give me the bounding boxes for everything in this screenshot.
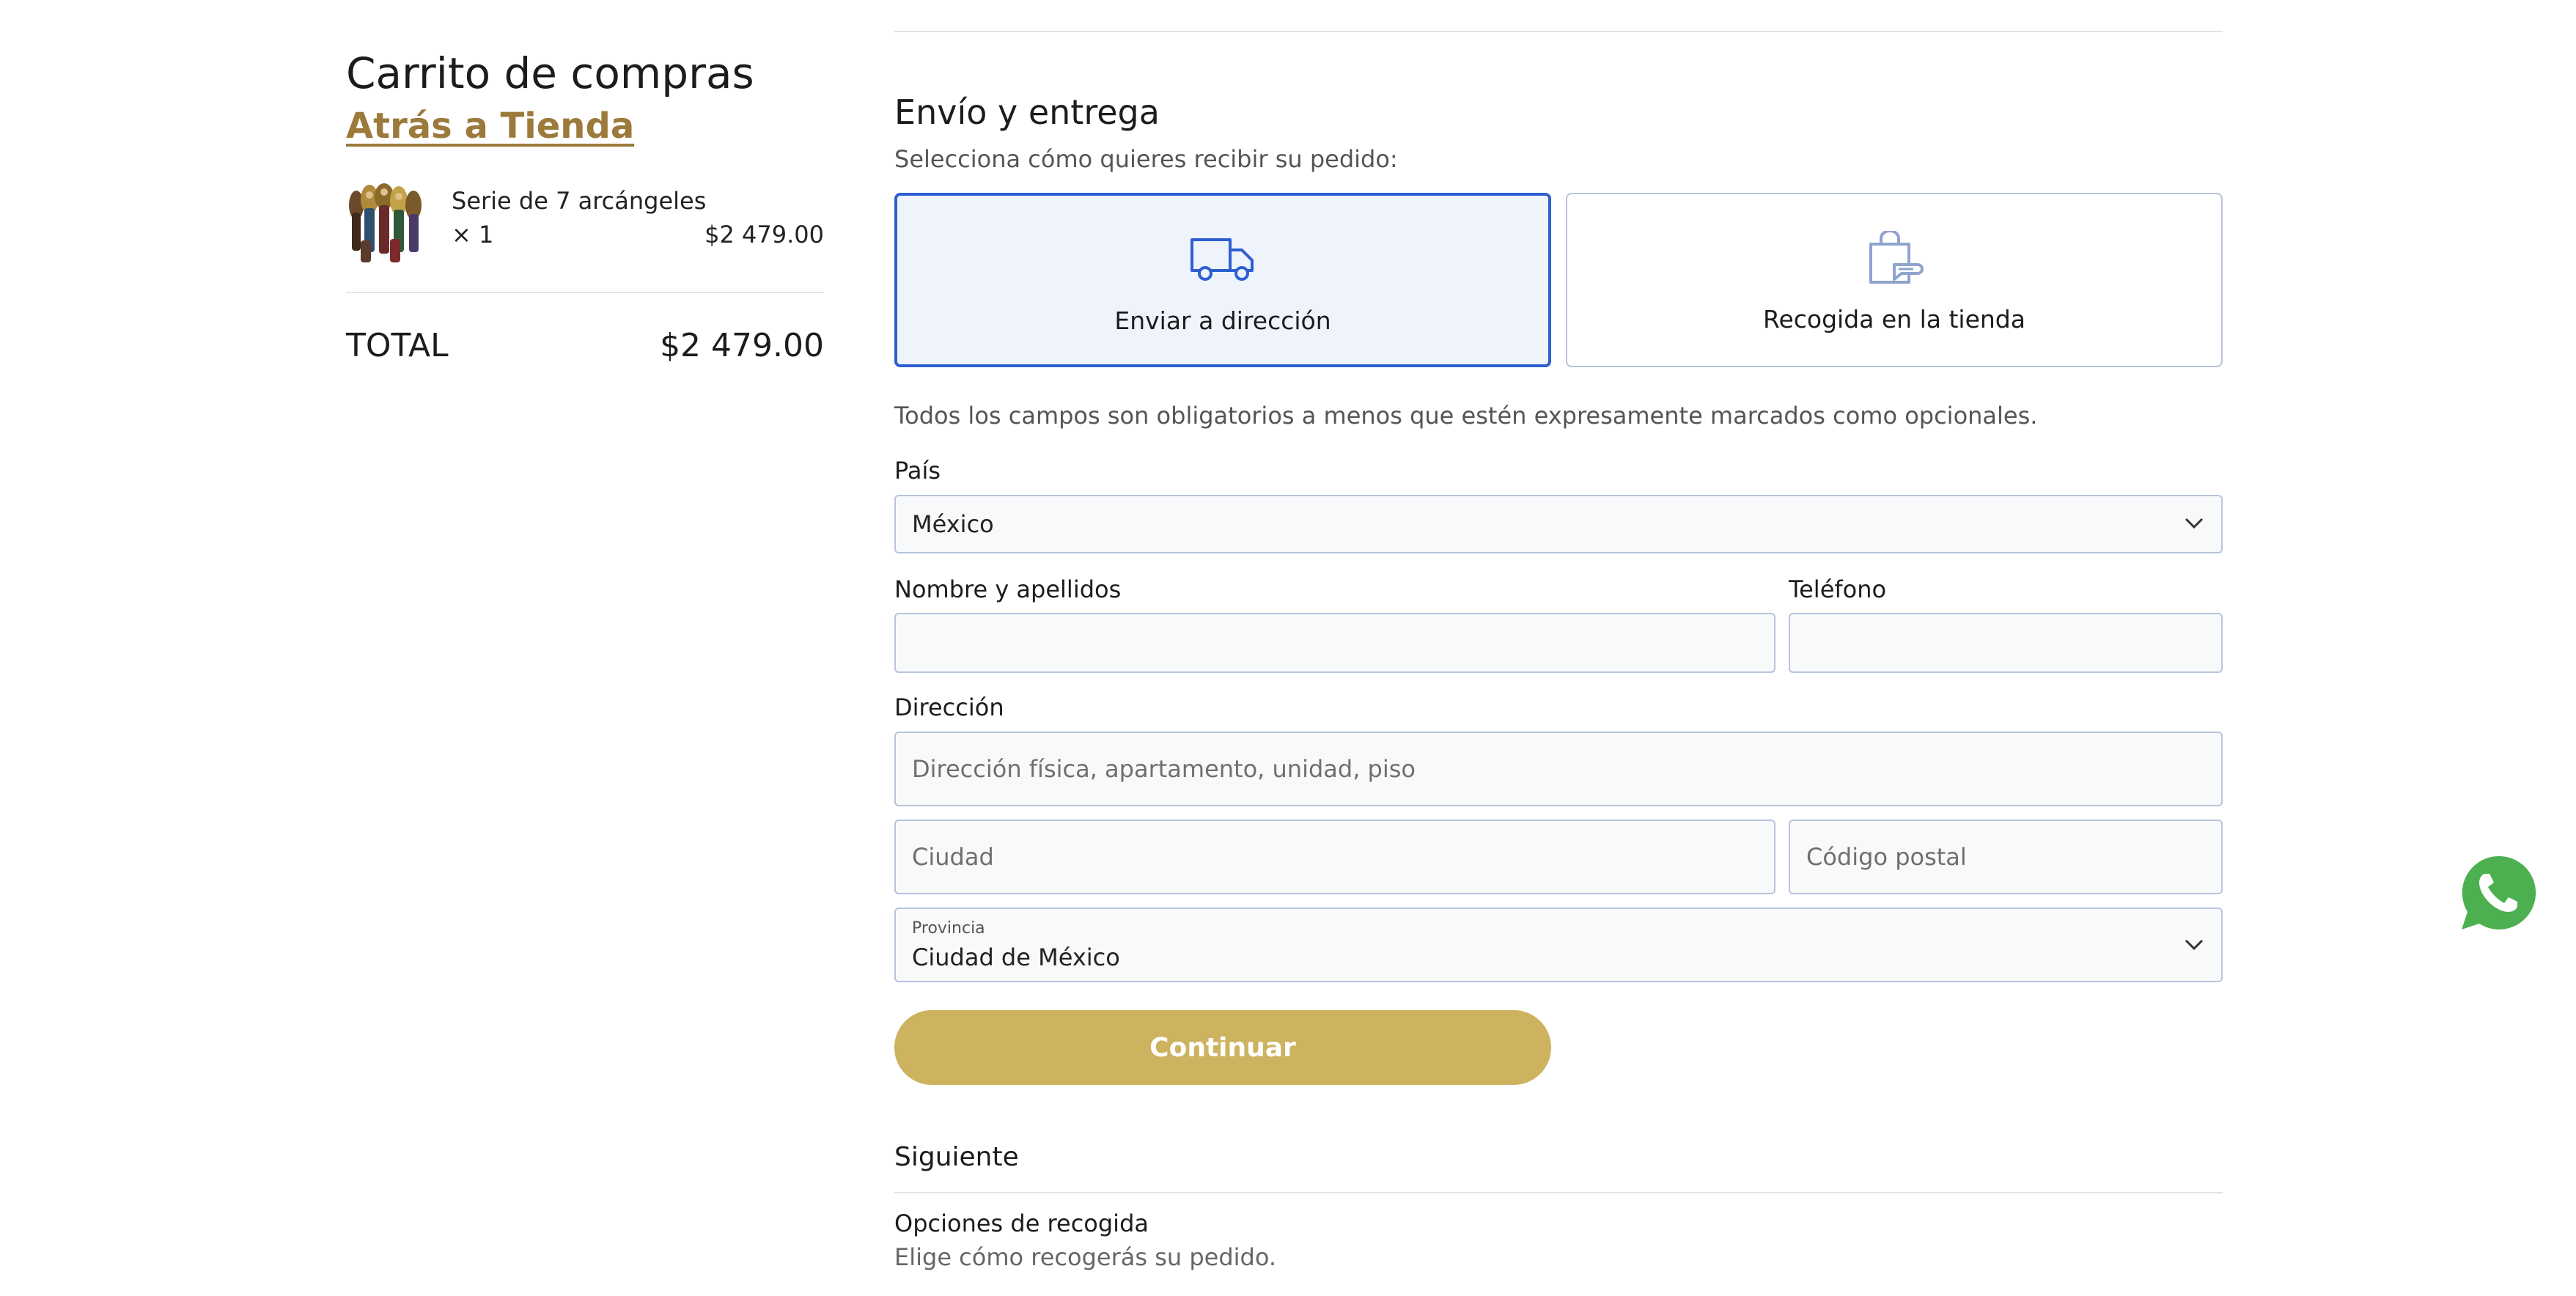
country-select[interactable]: México	[894, 495, 2223, 553]
total-label: TOTAL	[346, 327, 449, 364]
cart-item-name: Serie de 7 arcángeles	[452, 187, 707, 215]
continue-button[interactable]: Continuar	[894, 1010, 1551, 1085]
full-name-input[interactable]	[894, 613, 1775, 673]
product-thumbnail	[346, 183, 430, 265]
required-fields-note: Todos los campos son obligatorios a meno…	[894, 402, 2038, 430]
postal-code-input[interactable]	[1789, 820, 2223, 894]
ship-to-address-option[interactable]: Enviar a dirección	[894, 193, 1551, 367]
full-name-label: Nombre y apellidos	[894, 575, 1122, 603]
province-select[interactable]: Provincia Ciudad de México	[894, 907, 2223, 982]
truck-icon	[1191, 238, 1254, 281]
country-value: México	[912, 510, 994, 538]
pickup-options-title: Opciones de recogida	[894, 1210, 1149, 1237]
city-input[interactable]	[894, 820, 1775, 894]
ship-to-address-label: Enviar a dirección	[1114, 306, 1331, 335]
chevron-down-icon	[2185, 518, 2204, 529]
store-pickup-label: Recogida en la tienda	[1763, 305, 2025, 334]
pickup-options-description: Elige cómo recogerás su pedido.	[894, 1243, 1277, 1271]
cart-summary: Carrito de compras Atrás a Tienda Serie …	[346, 45, 824, 367]
province-floating-label: Provincia	[912, 919, 985, 938]
shipping-section-title: Envío y entrega	[894, 92, 1160, 132]
country-label: País	[894, 457, 941, 485]
cart-item: Serie de 7 arcángeles × 1 $2 479.00	[346, 183, 824, 265]
next-step-divider	[894, 1192, 2223, 1193]
cart-item-quantity: × 1	[452, 221, 494, 248]
top-divider	[894, 31, 2223, 32]
cart-total-row: TOTAL $2 479.00	[346, 325, 824, 367]
whatsapp-icon[interactable]	[2457, 852, 2539, 934]
cart-divider	[346, 292, 824, 293]
cart-title: Carrito de compras	[346, 48, 754, 98]
shopping-bag-icon	[1869, 231, 1924, 284]
next-step-title: Siguiente	[894, 1142, 1019, 1172]
address-label: Dirección	[894, 693, 1004, 721]
phone-label: Teléfono	[1789, 575, 1887, 603]
phone-input[interactable]	[1789, 613, 2223, 673]
total-value: $2 479.00	[660, 327, 824, 364]
shipping-section-subtitle: Selecciona cómo quieres recibir su pedid…	[894, 145, 1398, 173]
cart-item-price: $2 479.00	[704, 221, 824, 248]
province-value: Ciudad de México	[912, 943, 1120, 971]
back-to-store-link[interactable]: Atrás a Tienda	[346, 103, 634, 150]
chevron-down-icon	[2185, 939, 2204, 951]
store-pickup-option[interactable]: Recogida en la tienda	[1566, 193, 2223, 367]
address-input[interactable]	[894, 732, 2223, 806]
